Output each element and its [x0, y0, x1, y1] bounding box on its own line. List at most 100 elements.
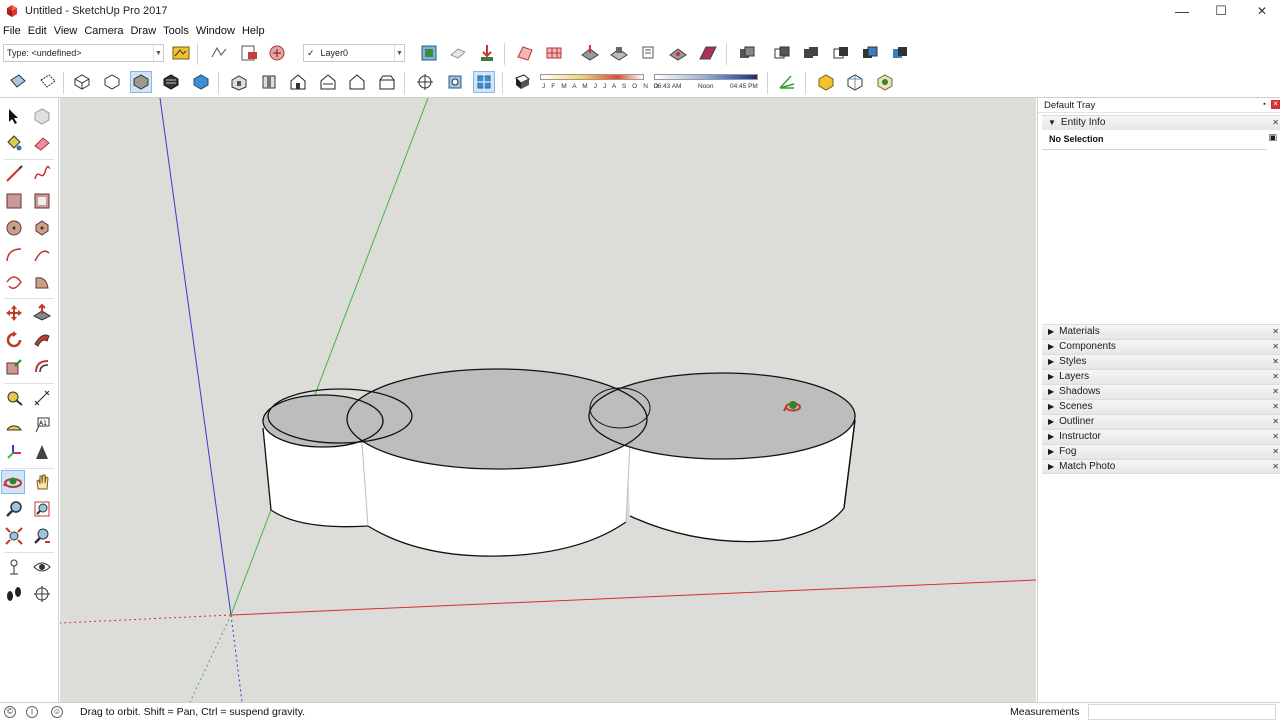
protractor-icon[interactable]: [2, 413, 26, 437]
display-shadows-icon[interactable]: [511, 71, 533, 93]
wireframe-icon[interactable]: [71, 71, 93, 93]
offset-tool-icon[interactable]: [30, 355, 54, 379]
rotated-rectangle-icon[interactable]: [30, 189, 54, 213]
select-tool-icon[interactable]: [2, 104, 26, 128]
display-section-cuts-icon[interactable]: [473, 71, 495, 93]
close-button[interactable]: ✕: [1242, 0, 1280, 22]
monochrome-icon[interactable]: [190, 71, 212, 93]
panel-match-photo[interactable]: ▶ Match Photo ✕: [1042, 459, 1280, 474]
move-tool-icon[interactable]: [2, 301, 26, 325]
panel-styles[interactable]: ▶ Styles ✕: [1042, 354, 1280, 369]
panel-close-icon[interactable]: ✕: [1272, 385, 1279, 399]
zoom-extents-icon[interactable]: [2, 524, 26, 548]
polygon-tool-icon[interactable]: [30, 216, 54, 240]
rectangle-tool-icon[interactable]: [2, 189, 26, 213]
dimension-tool-icon[interactable]: [30, 386, 54, 410]
three-point-arc-icon[interactable]: [2, 270, 26, 294]
menu-camera[interactable]: Camera: [81, 25, 127, 37]
freehand-tool-icon[interactable]: [30, 162, 54, 186]
rotate-tool-icon[interactable]: [2, 328, 26, 352]
paint-bucket-icon[interactable]: [2, 131, 26, 155]
component-options-icon[interactable]: [815, 71, 837, 93]
left-view-icon[interactable]: [376, 71, 398, 93]
share-component-icon[interactable]: [476, 42, 498, 64]
union-icon[interactable]: [800, 42, 822, 64]
panel-materials[interactable]: ▶ Materials ✕: [1042, 324, 1280, 339]
scale-tool-icon[interactable]: [2, 355, 26, 379]
xray-icon[interactable]: [7, 71, 29, 93]
zoom-window-icon[interactable]: [30, 497, 54, 521]
make-component-icon[interactable]: [30, 104, 54, 128]
shaded-with-textures-icon[interactable]: [160, 71, 182, 93]
credits-icon[interactable]: i: [26, 706, 38, 718]
photo-textures-icon[interactable]: [874, 71, 896, 93]
walk-tool-icon[interactable]: [2, 582, 26, 606]
smoove-icon[interactable]: [579, 42, 601, 64]
axes-tool-icon[interactable]: [2, 440, 26, 464]
panel-close-icon[interactable]: ✕: [1272, 340, 1279, 354]
geo-location-icon[interactable]: ©: [4, 706, 16, 718]
shadow-time-slider[interactable]: 06:43 AM Noon 04:45 PM: [654, 71, 758, 93]
panel-components[interactable]: ▶ Components ✕: [1042, 339, 1280, 354]
tray-close-icon[interactable]: ✕: [1271, 100, 1280, 109]
menu-draw[interactable]: Draw: [127, 25, 160, 37]
push-pull-icon[interactable]: [30, 301, 54, 325]
user-icon[interactable]: ☺: [51, 706, 63, 718]
position-camera-icon[interactable]: [2, 555, 26, 579]
line-tool-icon[interactable]: [2, 162, 26, 186]
arc-tool-icon[interactable]: [2, 243, 26, 267]
section-plane-tool-icon[interactable]: [30, 582, 54, 606]
sandbox-from-scratch-icon[interactable]: [543, 42, 565, 64]
sandbox-from-contours-icon[interactable]: [514, 42, 536, 64]
panel-layers[interactable]: ▶ Layers ✕: [1042, 369, 1280, 384]
tape-measure-icon[interactable]: [2, 386, 26, 410]
classifier-icon[interactable]: [266, 42, 288, 64]
shaded-icon[interactable]: [130, 71, 152, 93]
cylinders-group[interactable]: [262, 368, 856, 557]
panel-close-icon[interactable]: ✕: [1272, 370, 1279, 384]
back-view-icon[interactable]: [346, 71, 368, 93]
minimize-button[interactable]: —: [1162, 0, 1202, 22]
axes-icon[interactable]: [776, 71, 798, 93]
add-detail-icon[interactable]: [667, 42, 689, 64]
back-edges-icon[interactable]: [37, 71, 59, 93]
panel-close-icon[interactable]: ✕: [1272, 325, 1279, 339]
panel-close-icon[interactable]: ✕: [1272, 445, 1279, 459]
menu-file[interactable]: File: [0, 25, 25, 37]
menu-window[interactable]: Window: [193, 25, 239, 37]
menu-view[interactable]: View: [51, 25, 82, 37]
3d-text-icon[interactable]: [30, 440, 54, 464]
scene-canvas[interactable]: [60, 98, 1036, 702]
details-toggle-icon[interactable]: ▣: [1268, 132, 1277, 143]
front-view-icon[interactable]: [287, 71, 309, 93]
intersect-icon[interactable]: [771, 42, 793, 64]
follow-me-icon[interactable]: [30, 328, 54, 352]
panel-close-icon[interactable]: ✕: [1272, 400, 1279, 414]
panel-close-icon[interactable]: ✕: [1272, 415, 1279, 429]
previous-view-icon[interactable]: [30, 524, 54, 548]
modeling-viewport[interactable]: [60, 98, 1036, 702]
top-view-icon[interactable]: [258, 71, 280, 93]
menu-edit[interactable]: Edit: [25, 25, 51, 37]
get-models-icon[interactable]: [418, 42, 440, 64]
layer-selector[interactable]: ✓ Layer0 ▼: [303, 44, 405, 62]
look-around-icon[interactable]: [30, 555, 54, 579]
subtract-icon[interactable]: [830, 42, 852, 64]
time-slider-track[interactable]: [654, 74, 758, 80]
pin-icon[interactable]: ▪: [1260, 100, 1269, 109]
panel-fog[interactable]: ▶ Fog ✕: [1042, 444, 1280, 459]
hide-icon[interactable]: [208, 42, 230, 64]
menu-help[interactable]: Help: [239, 25, 269, 37]
zoom-tool-icon[interactable]: [2, 497, 26, 521]
hidden-line-icon[interactable]: [101, 71, 123, 93]
outer-shell-icon[interactable]: [736, 42, 758, 64]
advanced-attributes-icon[interactable]: [170, 42, 192, 64]
pan-tool-icon[interactable]: [30, 470, 54, 494]
iso-view-icon[interactable]: [228, 71, 250, 93]
shadow-date-slider[interactable]: J F M A M J J A S O N D: [540, 71, 659, 93]
circle-tool-icon[interactable]: [2, 216, 26, 240]
stamp-icon[interactable]: [608, 42, 630, 64]
panel-instructor[interactable]: ▶ Instructor ✕: [1042, 429, 1280, 444]
measurements-input[interactable]: [1088, 704, 1276, 720]
panel-close-icon[interactable]: ✕: [1272, 430, 1279, 444]
